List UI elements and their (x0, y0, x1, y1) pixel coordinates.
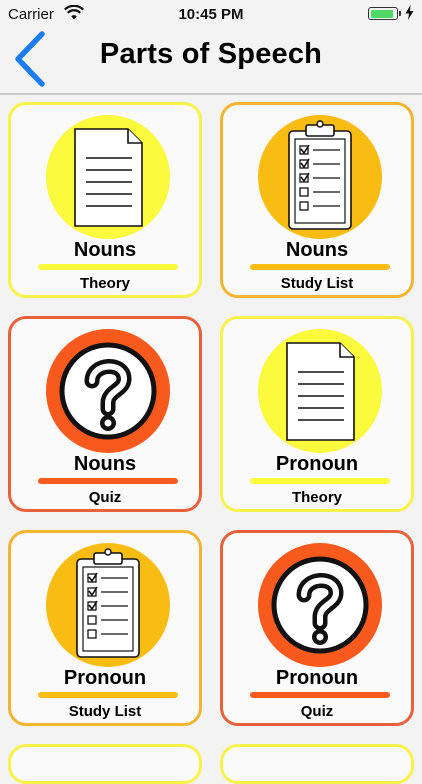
card-subtitle: Quiz (300, 703, 334, 720)
card-subtitle: Study List (68, 703, 142, 720)
question-mark-icon (59, 342, 157, 440)
card-icon-circle (46, 115, 170, 239)
card-next-row-left[interactable] (8, 744, 202, 784)
card-pronoun-study-list[interactable]: Pronoun Study List (8, 530, 202, 726)
page-title: Parts of Speech (99, 38, 323, 70)
nav-divider (0, 93, 422, 95)
card-nouns-study-list[interactable]: Nouns Study List (220, 102, 414, 298)
card-underline (38, 478, 178, 484)
card-underline (38, 692, 178, 698)
card-icon-circle (46, 543, 170, 667)
clipboard-checklist-icon (288, 120, 352, 230)
status-bar: Carrier 10:45 PM (0, 0, 422, 28)
card-subtitle: Study List (280, 275, 354, 292)
card-icon-circle (258, 329, 382, 453)
card-subtitle: Theory (291, 489, 342, 506)
navigation-bar: Parts of Speech (0, 28, 422, 94)
battery-cap (399, 11, 401, 16)
card-underline (250, 478, 390, 484)
battery-level (370, 9, 393, 18)
card-title: Nouns (73, 239, 137, 261)
card-underline (38, 264, 178, 270)
document-icon (74, 128, 143, 227)
charging-bolt-icon (405, 5, 414, 25)
card-title: Pronoun (275, 667, 359, 689)
card-next-row-right[interactable] (220, 744, 414, 784)
card-nouns-quiz[interactable]: Nouns Quiz (8, 316, 202, 512)
card-icon-circle (46, 329, 170, 453)
card-title: Pronoun (63, 667, 147, 689)
battery-icon (368, 7, 401, 20)
card-pronoun-theory[interactable]: Pronoun Theory (220, 316, 414, 512)
card-underline (250, 264, 390, 270)
card-title: Nouns (73, 453, 137, 475)
card-subtitle: Quiz (88, 489, 122, 506)
clock: 10:45 PM (178, 6, 244, 23)
card-underline (250, 692, 390, 698)
clipboard-checklist-icon (76, 548, 140, 658)
card-title: Nouns (285, 239, 349, 261)
card-icon-circle (258, 543, 382, 667)
card-subtitle: Theory (79, 275, 130, 292)
question-mark-icon (271, 556, 369, 654)
card-title: Pronoun (275, 453, 359, 475)
card-grid: Nouns Theory Nouns Study List Nouns Quiz… (0, 98, 422, 784)
card-pronoun-quiz[interactable]: Pronoun Quiz (220, 530, 414, 726)
document-icon (286, 342, 355, 441)
card-nouns-theory[interactable]: Nouns Theory (8, 102, 202, 298)
card-icon-circle (258, 115, 382, 239)
